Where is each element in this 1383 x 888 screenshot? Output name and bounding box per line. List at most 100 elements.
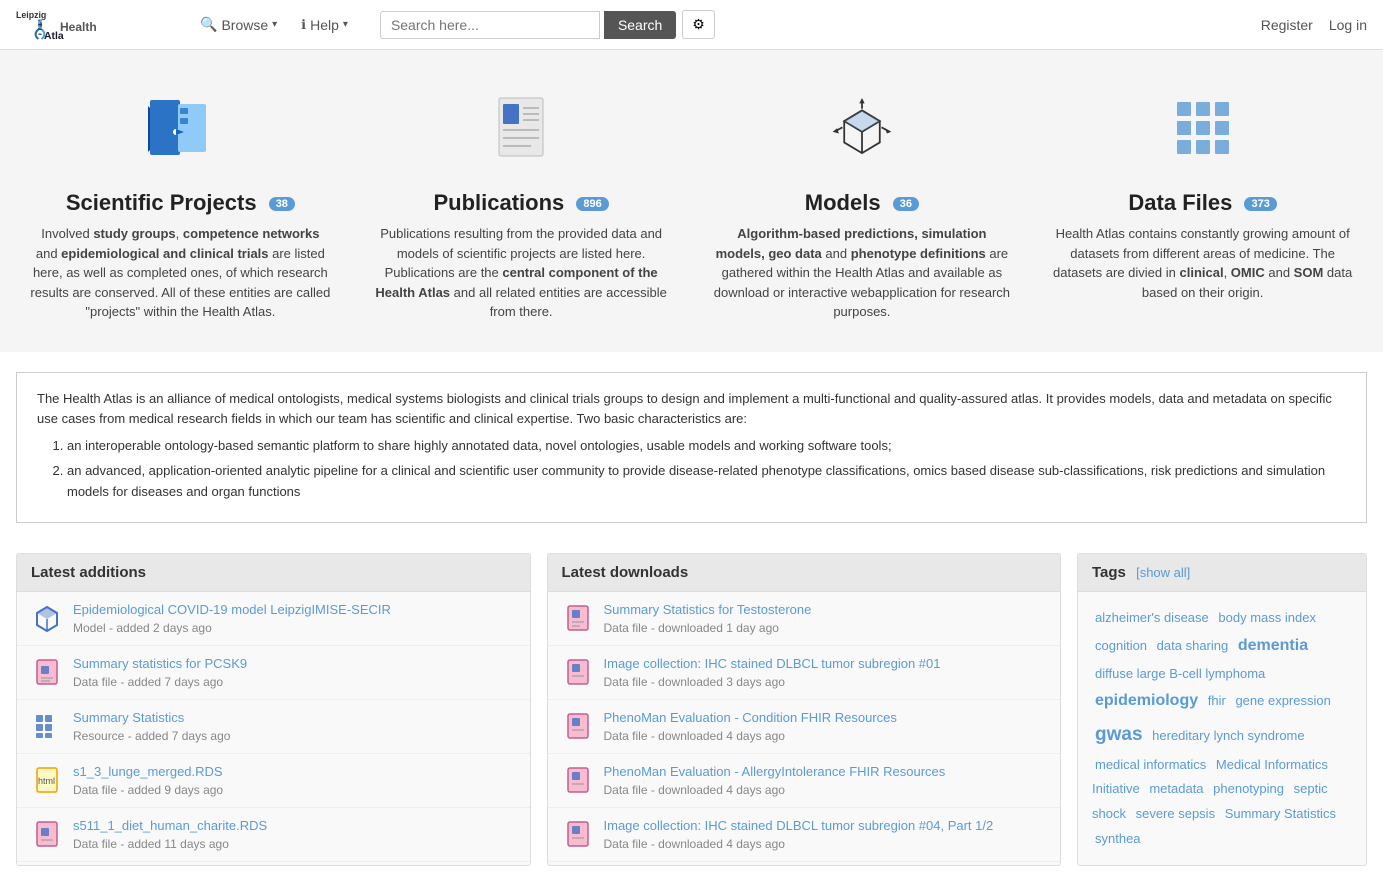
- download-file-icon-4: [562, 818, 594, 850]
- file-yellow-icon: html: [31, 764, 63, 796]
- tag-medical-informatics[interactable]: medical informatics: [1095, 757, 1206, 772]
- download-title-4[interactable]: Image collection: IHC stained DLBCL tumo…: [604, 818, 1047, 835]
- gear-button[interactable]: ⚙: [682, 10, 715, 39]
- list-item[interactable]: html s1_3_lunge_merged.RDS Data file - a…: [17, 754, 530, 808]
- tag-gwas[interactable]: gwas: [1095, 724, 1143, 745]
- browse-menu[interactable]: 🔍 Browse ▾: [192, 12, 285, 37]
- list-item[interactable]: s511_1_diet_human_charite.RDS Data file …: [17, 808, 530, 862]
- latest-downloads-content: Summary Statistics for Testosterone Data…: [548, 592, 1061, 861]
- data-files-title: Data Files 373: [1053, 190, 1353, 216]
- download-sub-4: Data file - downloaded 4 days ago: [604, 837, 1047, 851]
- download-file-icon-1: [562, 656, 594, 688]
- list-item[interactable]: Summary statistics for PCSK9 Data file -…: [17, 646, 530, 700]
- download-sub-0: Data file - downloaded 1 day ago: [604, 621, 1047, 635]
- file-icon: [31, 656, 63, 688]
- tag-metadata[interactable]: metadata: [1149, 781, 1203, 796]
- models-title: Models 36: [712, 190, 1012, 216]
- tag-dementia[interactable]: dementia: [1238, 637, 1308, 654]
- addition-title-4[interactable]: s511_1_diet_human_charite.RDS: [73, 818, 516, 835]
- latest-downloads-panel: Latest downloads Summary Statistics for …: [547, 553, 1062, 866]
- addition-sub-2: Resource - added 7 days ago: [73, 729, 516, 743]
- bottom-panels: Latest additions Epidemiological COVID-1…: [0, 543, 1383, 876]
- addition-sub-1: Data file - added 7 days ago: [73, 675, 516, 689]
- tag-bmi[interactable]: body mass index: [1218, 610, 1316, 625]
- tags-content: alzheimer's disease body mass index cogn…: [1078, 592, 1366, 865]
- publications-icon: [481, 90, 561, 170]
- hero-data-files: Data Files 373 Health Atlas contains con…: [1043, 90, 1363, 302]
- download-sub-2: Data file - downloaded 4 days ago: [604, 729, 1047, 743]
- search-bar: Search ⚙: [380, 10, 715, 39]
- addition-title-1[interactable]: Summary statistics for PCSK9: [73, 656, 516, 673]
- search-icon-small: 🔍: [200, 16, 217, 33]
- models-icon: [822, 90, 902, 170]
- scientific-projects-badge: 38: [269, 197, 295, 211]
- addition-sub-4: Data file - added 11 days ago: [73, 837, 516, 851]
- tag-data-sharing[interactable]: data sharing: [1157, 638, 1229, 653]
- scientific-projects-desc: Involved study groups, competence networ…: [30, 224, 330, 322]
- list-item[interactable]: Summary Statistics for Testosterone Data…: [548, 592, 1061, 646]
- addition-sub-0: Model - added 2 days ago: [73, 621, 516, 635]
- download-file-icon-0: [562, 602, 594, 634]
- scientific-projects-title: Scientific Projects 38: [30, 190, 330, 216]
- tags-panel: Tags [show all] alzheimer's disease body…: [1077, 553, 1367, 866]
- download-title-3[interactable]: PhenoMan Evaluation - AllergyIntolerance…: [604, 764, 1047, 781]
- info-box: The Health Atlas is an alliance of medic…: [16, 372, 1367, 524]
- tag-fhir[interactable]: fhir: [1208, 693, 1226, 708]
- tag-synthea[interactable]: synthea: [1095, 831, 1141, 846]
- publications-badge: 896: [576, 197, 608, 211]
- tag-alzheimers[interactable]: alzheimer's disease: [1095, 610, 1209, 625]
- search-button[interactable]: Search: [604, 11, 676, 39]
- data-files-badge: 373: [1244, 197, 1276, 211]
- svg-text:html: html: [38, 776, 55, 786]
- tag-summary-statistics[interactable]: Summary Statistics: [1225, 806, 1336, 821]
- list-item[interactable]: Image collection: IHC stained DLBCL tumo…: [548, 646, 1061, 700]
- tag-dlbcl[interactable]: diffuse large B-cell lymphoma: [1095, 666, 1265, 681]
- models-desc: Algorithm-based predictions, simulation …: [712, 224, 1012, 322]
- gear-icon: ⚙: [692, 16, 705, 32]
- list-item[interactable]: PhenoMan Evaluation - Condition FHIR Res…: [548, 700, 1061, 754]
- show-all-tags-link[interactable]: [show all]: [1136, 565, 1190, 580]
- hero-scientific-projects: Scientific Projects 38 Involved study gr…: [20, 90, 340, 322]
- help-menu[interactable]: ℹ Help ▾: [293, 13, 356, 37]
- addition-title-3[interactable]: s1_3_lunge_merged.RDS: [73, 764, 516, 781]
- svg-text:Leipzig: Leipzig: [16, 10, 46, 20]
- download-title-2[interactable]: PhenoMan Evaluation - Condition FHIR Res…: [604, 710, 1047, 727]
- login-link[interactable]: Log in: [1329, 17, 1367, 33]
- tag-gene-expression[interactable]: gene expression: [1235, 693, 1330, 708]
- latest-additions-header: Latest additions: [17, 554, 530, 592]
- file-pink2-icon: [31, 818, 63, 850]
- navbar: Leipzig Atlas Health 🔍 Browse ▾ ℹ Help ▾…: [0, 0, 1383, 50]
- hero-section: Scientific Projects 38 Involved study gr…: [0, 50, 1383, 352]
- register-link[interactable]: Register: [1261, 17, 1313, 33]
- data-files-icon: [1163, 90, 1243, 170]
- tags-header: Tags [show all]: [1078, 554, 1366, 592]
- list-item[interactable]: PhenoMan Evaluation - AllergyIntolerance…: [548, 754, 1061, 808]
- addition-title-2[interactable]: Summary Statistics: [73, 710, 516, 727]
- info-list: an interoperable ontology-based semantic…: [67, 436, 1346, 502]
- download-title-0[interactable]: Summary Statistics for Testosterone: [604, 602, 1047, 619]
- list-item[interactable]: Summary Statistics Resource - added 7 da…: [17, 700, 530, 754]
- info-icon: ℹ: [301, 17, 306, 33]
- info-intro: The Health Atlas is an alliance of medic…: [37, 389, 1346, 431]
- download-title-1[interactable]: Image collection: IHC stained DLBCL tumo…: [604, 656, 1047, 673]
- data-files-desc: Health Atlas contains constantly growing…: [1053, 224, 1353, 302]
- list-item[interactable]: Epidemiological COVID-19 model LeipzigIM…: [17, 592, 530, 646]
- nav-links: 🔍 Browse ▾ ℹ Help ▾: [192, 12, 356, 37]
- info-point-1: an interoperable ontology-based semantic…: [67, 436, 1346, 457]
- tag-phenotyping[interactable]: phenotyping: [1213, 781, 1284, 796]
- addition-title-0[interactable]: Epidemiological COVID-19 model LeipzigIM…: [73, 602, 516, 619]
- tag-cognition[interactable]: cognition: [1095, 638, 1147, 653]
- brand-logo[interactable]: Leipzig Atlas Health: [16, 5, 176, 45]
- publications-desc: Publications resulting from the provided…: [371, 224, 671, 322]
- help-caret: ▾: [343, 19, 348, 30]
- grid-icon: [31, 710, 63, 742]
- tag-epidemiology[interactable]: epidemiology: [1095, 692, 1198, 709]
- search-input[interactable]: [380, 11, 600, 39]
- nav-right: Register Log in: [1261, 17, 1367, 33]
- models-badge: 36: [893, 197, 919, 211]
- tag-severe-sepsis[interactable]: severe sepsis: [1136, 806, 1215, 821]
- download-file-icon-3: [562, 764, 594, 796]
- list-item[interactable]: Image collection: IHC stained DLBCL tumo…: [548, 808, 1061, 862]
- tag-hereditary-lynch[interactable]: hereditary lynch syndrome: [1152, 728, 1304, 743]
- hero-publications: Publications 896 Publications resulting …: [361, 90, 681, 322]
